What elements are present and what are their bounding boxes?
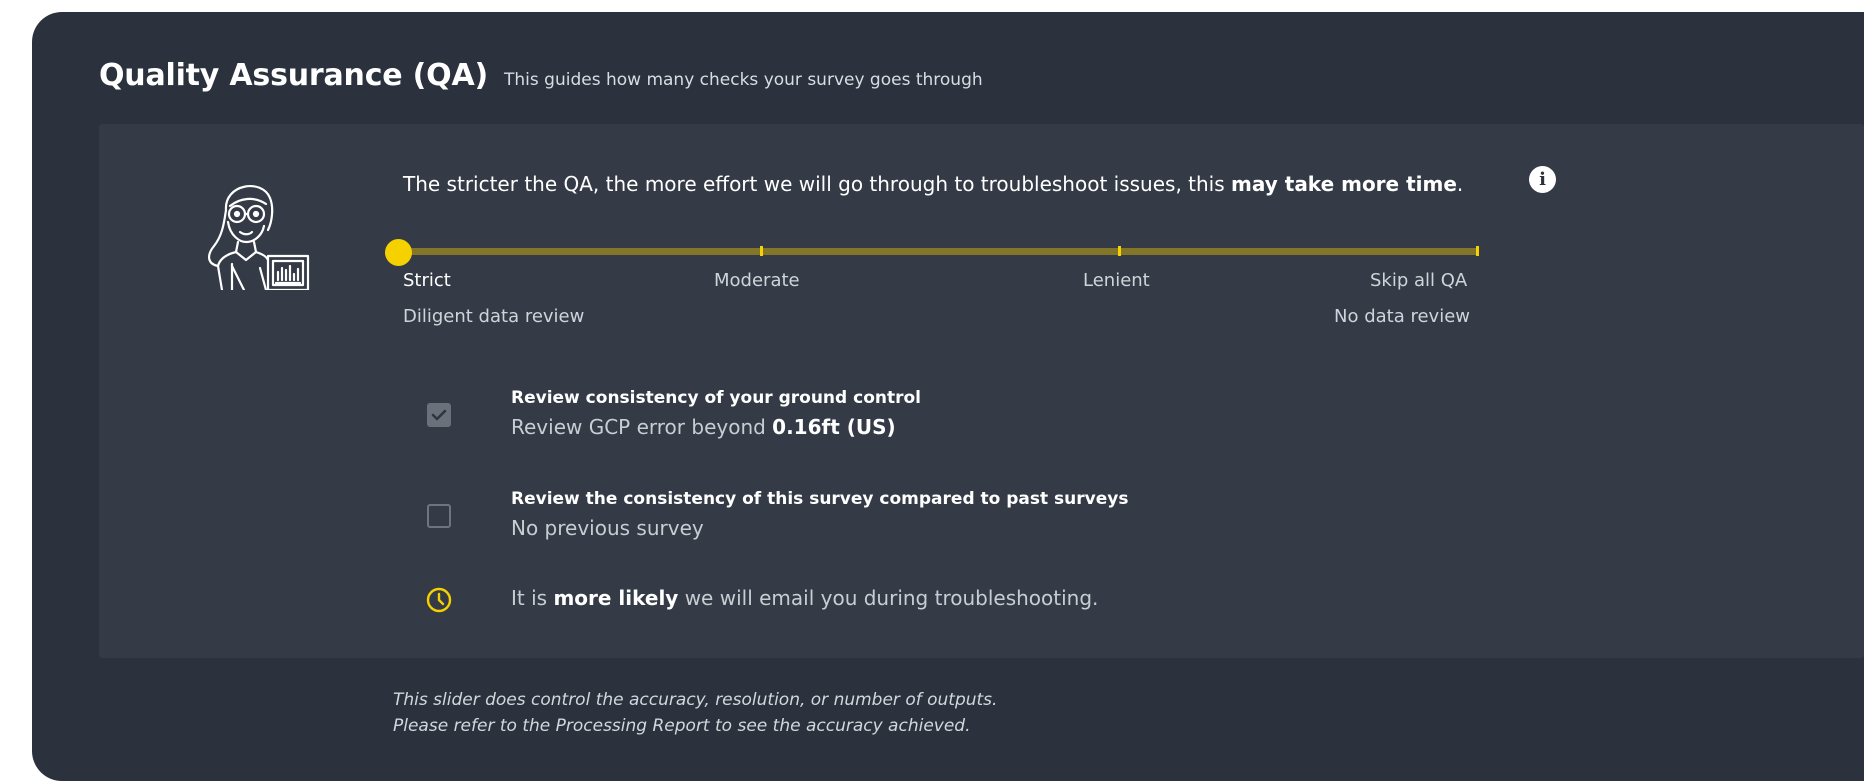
slider-label-lenient[interactable]: Lenient [1083, 270, 1150, 291]
qa-settings-card [99, 124, 1864, 658]
notice-text-end: we will email you during troubleshooting… [678, 586, 1099, 610]
past-surveys-title: Review the consistency of this survey co… [511, 489, 1129, 509]
intro-period: . [1456, 172, 1464, 196]
notice-text: It is [511, 586, 554, 610]
footer-note-line1: This slider does control the accuracy, r… [393, 690, 998, 710]
intro-text: The stricter the QA, the more effort we … [403, 172, 1232, 196]
clock-icon [426, 587, 452, 613]
slider-tick-moderate [760, 246, 763, 256]
info-icon[interactable]: i [1529, 166, 1556, 193]
page-title: Quality Assurance (QA) [99, 58, 489, 93]
ground-control-title: Review consistency of your ground contro… [511, 388, 922, 408]
slider-desc-right: No data review [1334, 306, 1470, 327]
page-subtitle: This guides how many checks your survey … [504, 70, 983, 90]
slider-label-skip-all-qa[interactable]: Skip all QA [1370, 270, 1467, 291]
slider-label-strict[interactable]: Strict [403, 270, 451, 291]
past-surveys-desc: No previous survey [511, 516, 704, 540]
ground-control-checkbox[interactable] [427, 403, 451, 427]
qa-slider-thumb[interactable] [385, 239, 412, 266]
notice-emphasis: more likely [553, 586, 679, 610]
past-surveys-checkbox[interactable] [427, 504, 451, 528]
footer-note-line2: Please refer to the Processing Report to… [393, 716, 971, 736]
intro-emphasis: may take more time [1231, 172, 1457, 196]
slider-label-moderate[interactable]: Moderate [714, 270, 800, 291]
slider-desc-left: Diligent data review [403, 306, 585, 327]
qa-intro-text: The stricter the QA, the more effort we … [403, 172, 1463, 196]
qa-slider-track[interactable] [397, 248, 1479, 255]
ground-control-desc-text: Review GCP error beyond [511, 415, 773, 439]
analyst-illustration-icon [208, 185, 310, 290]
slider-tick-lenient [1118, 246, 1121, 256]
gcp-error-threshold: 0.16ft (US) [772, 415, 896, 439]
slider-tick-skip [1476, 246, 1479, 256]
ground-control-desc: Review GCP error beyond 0.16ft (US) [511, 415, 896, 439]
email-notice: It is more likely we will email you duri… [511, 586, 1098, 610]
checkmark-icon [431, 409, 447, 421]
qa-header: Quality Assurance (QA) This guides how m… [99, 58, 983, 93]
